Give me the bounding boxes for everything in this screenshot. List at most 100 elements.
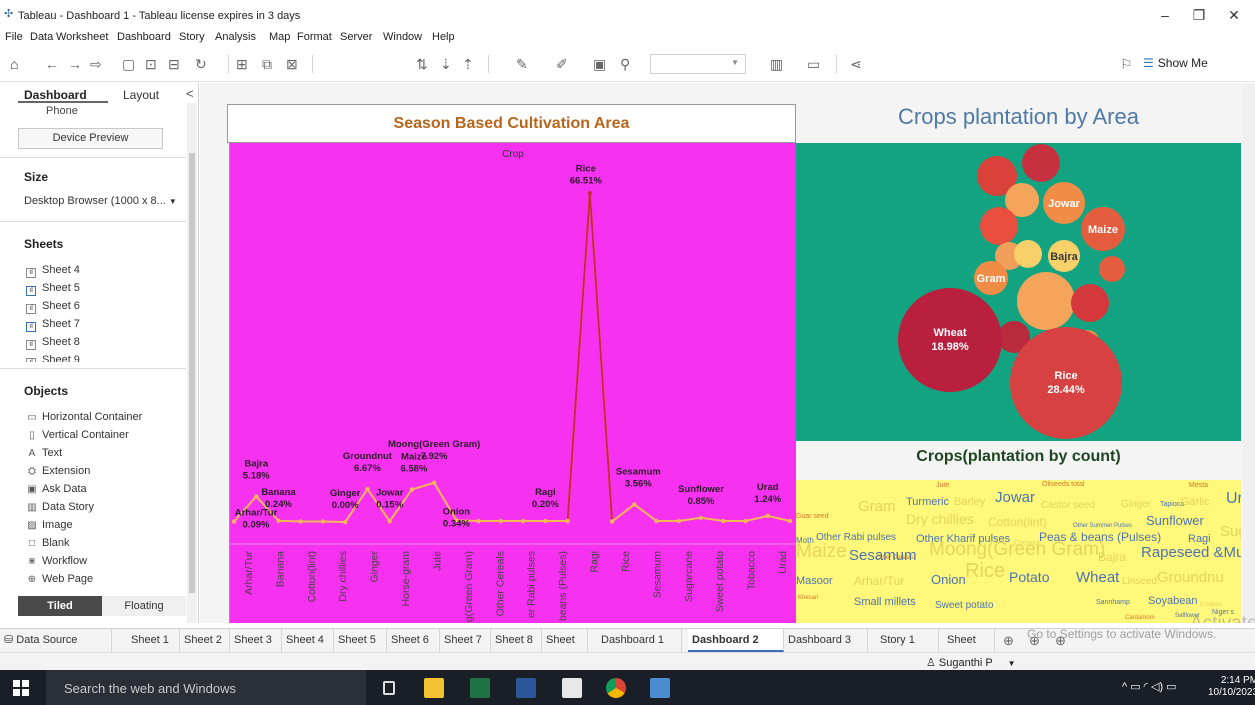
word-cloud-term[interactable]: Sannhamp [1096,599,1130,606]
user-menu[interactable]: ♙ Suganthi P ▼ [926,656,1016,669]
word-cloud-term[interactable]: Onion [931,572,966,587]
close-button[interactable]: ✕ [1219,6,1249,24]
word-cloud-term[interactable]: Garlic [1181,496,1210,508]
minimize-button[interactable]: – [1150,6,1180,24]
word-cloud-term[interactable]: Jowar [995,489,1035,506]
new-worksheet-icon[interactable]: ⊞ [236,55,248,73]
tab-sheet-4[interactable]: Sheet 4 [282,629,334,652]
sheet-item[interactable]: ıl Sheet 4 [26,264,80,279]
excel-icon[interactable] [470,678,490,698]
word-cloud-term[interactable]: Khesari [798,595,818,601]
scrollbar-thumb[interactable] [189,153,195,593]
word-cloud-term[interactable]: Rice [965,560,1005,583]
new-data-source-icon[interactable]: ⊡ [145,55,157,73]
task-view-icon[interactable] [383,681,395,695]
word-cloud-term[interactable]: Rapeseed &Mu [1141,544,1241,561]
sheet-item[interactable]: ıl Sheet 5 [26,282,80,297]
tab-dashboard-1[interactable]: Dashboard 1 [597,629,682,652]
tab-sheet-6[interactable]: Sheet 6 [387,629,440,652]
word-cloud-term[interactable]: Guar seed [796,513,829,520]
system-tray-icons[interactable]: ^ ▭ ◜ ◁) ▭ [1122,680,1177,693]
word-cloud-term[interactable]: Ginger [1121,499,1151,510]
word-cloud-term[interactable]: Bajra [1098,550,1126,564]
device-preview-button[interactable]: Device Preview [18,128,163,149]
word-cloud-term[interactable]: Cotton(lint) [988,515,1047,529]
redo-icon[interactable]: ⇨ [90,55,102,73]
refresh-icon[interactable]: ↻ [195,55,207,73]
word-cloud-term[interactable]: Other Summer Pulses [1073,523,1132,529]
word-cloud-term[interactable]: Small millets [854,596,916,608]
sort-descending-icon[interactable]: ⇡ [462,55,474,73]
tab-sheet-10[interactable]: Sheet 10 [943,629,995,669]
word-cloud-term[interactable]: Soyabean [1148,595,1198,607]
tab-dashboard-3[interactable]: Dashboard 3 [784,629,868,652]
word-cloud-term[interactable]: Gram [858,498,896,515]
word-cloud-term[interactable]: Oilseeds total [1042,481,1084,488]
tab-sheet-9[interactable]: Sheet 9 [542,629,588,669]
object-extension[interactable]: ⛭ Extension [26,465,90,477]
word-cloud-term[interactable]: Castor seed [1041,500,1095,511]
word-cloud-term[interactable]: Groundnu [1157,569,1224,586]
menu-worksheet[interactable]: Worksheet [56,31,108,43]
sheet-item[interactable]: ıl Sheet 6 [26,300,80,315]
group-icon[interactable]: ✐ [556,55,568,73]
menu-help[interactable]: Help [432,31,455,43]
tab-story-1[interactable]: Story 1 [876,629,939,652]
word-cloud-term[interactable]: Potato [1009,569,1049,585]
file-explorer-icon[interactable] [424,678,444,698]
menu-server[interactable]: Server [340,31,372,43]
maximize-button[interactable]: ❐ [1184,6,1214,24]
fix-axes-icon[interactable]: ⚲ [620,55,630,73]
tab-sheet-3[interactable]: Sheet 3 [230,629,282,652]
windows-start-icon[interactable] [13,680,29,696]
object-workflow[interactable]: ⋇ Workflow [26,555,87,567]
object-text[interactable]: A Text [26,447,63,459]
word-cloud-term[interactable]: Turmeric [906,496,949,508]
swap-icon[interactable]: ⇅ [416,55,428,73]
word-cloud-term[interactable]: Sweet potato [935,600,993,611]
word-icon[interactable] [516,678,536,698]
back-icon[interactable]: ← [45,55,59,73]
presentation-icon[interactable]: ▭ [807,55,820,73]
tab-sheet-7[interactable]: Sheet 7 [440,629,491,652]
word-cloud-term[interactable]: Cowpea [1200,602,1222,608]
object-web-page[interactable]: ⊕ Web Page [26,573,93,585]
tab-layout[interactable]: Layout [123,88,159,102]
taskbar-clock[interactable]: 2:14 PM 10/10/2023 [1208,675,1255,699]
object-blank[interactable]: □ Blank [26,537,70,549]
object-horizontal-container[interactable]: ▭ Horizontal Container [26,411,142,423]
duplicate-icon[interactable]: ⧉ [262,55,272,73]
home-icon[interactable]: ⌂ [10,55,18,73]
ask-data-icon[interactable]: ⚐ [1120,55,1133,73]
menu-format[interactable]: Format [297,31,332,43]
word-cloud-term[interactable]: Sesamum [849,547,917,564]
calculator-icon[interactable] [562,678,582,698]
labels-icon[interactable]: ▣ [593,55,606,73]
canvas-scrollbar[interactable] [1243,83,1255,623]
object-data-story[interactable]: ▥ Data Story [26,501,94,513]
menu-file[interactable]: File [5,31,23,43]
sheet-item[interactable]: ıl Sheet 7 [26,318,80,333]
object-vertical-container[interactable]: ▯ Vertical Container [26,429,129,441]
word-cloud-term[interactable]: Linseed [1122,576,1157,587]
word-cloud-term[interactable]: Dry chillies [906,511,974,527]
bubble-chart[interactable]: Jowar Maize Bajra Gram Wheat 18.98% Rice 28.44% [796,143,1241,441]
word-cloud-term[interactable]: Maize [796,541,847,563]
tab-data-source[interactable]: ⛁ Data Source [0,629,112,652]
highlight-icon[interactable]: ✎ [516,55,528,73]
tab-dashboard[interactable]: Dashboard [24,88,87,102]
word-cloud-term[interactable]: Jute [936,482,949,489]
size-dropdown[interactable]: Desktop Browser (1000 x 8... ▼ [24,195,177,207]
tab-sheet-1[interactable]: Sheet 1 [127,629,180,652]
tab-sheet-8[interactable]: Sheet 8 [491,629,542,652]
menu-analysis[interactable]: Analysis [215,31,256,43]
object-image[interactable]: ▨ Image [26,519,72,531]
menu-window[interactable]: Window [383,31,422,43]
tab-dashboard-2[interactable]: Dashboard 2 [688,629,784,652]
word-cloud-term[interactable]: Ura [1226,490,1241,508]
word-cloud-term[interactable]: Barley [954,496,985,508]
new-sheet-icon[interactable]: ⊕ [1003,633,1014,649]
forward-icon[interactable]: → [68,55,82,73]
save-icon[interactable]: ▢ [122,55,135,73]
object-ask-data[interactable]: ▣ Ask Data [26,483,86,495]
